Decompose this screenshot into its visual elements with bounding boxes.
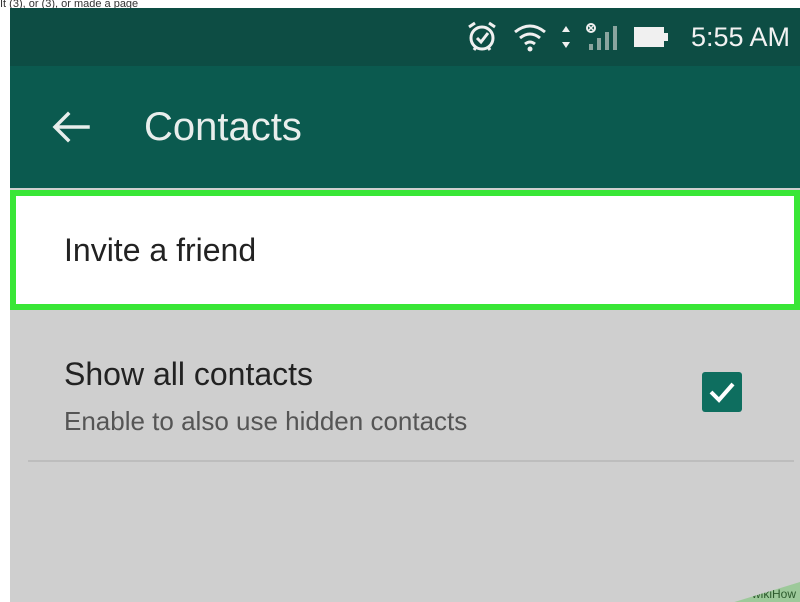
show-all-contacts-title: Show all contacts (64, 356, 314, 392)
alarm-icon (465, 20, 499, 54)
battery-icon (633, 25, 669, 49)
status-time: 5:55 AM (690, 21, 790, 52)
status-bar: 5:55 AM (10, 8, 800, 66)
invite-friend-item[interactable]: Invite a friend (10, 190, 800, 310)
back-arrow-icon (52, 111, 90, 143)
wifi-icon (513, 22, 547, 52)
page-title: Contacts (144, 105, 302, 149)
watermark: wikiHow (734, 582, 800, 602)
back-button[interactable] (48, 104, 94, 150)
show-all-contacts-subtitle: Enable to also use hidden contacts (64, 406, 468, 436)
signal-icon (585, 22, 619, 52)
divider (28, 460, 794, 462)
data-arrows-icon (561, 24, 571, 50)
phone-screen: 5:55 AM Contacts Invite a friend Show al… (10, 8, 800, 602)
show-all-contacts-checkbox[interactable] (702, 372, 742, 412)
invite-friend-label: Invite a friend (64, 232, 257, 268)
status-icons: 5:55 AM (465, 8, 790, 66)
app-bar: Contacts (10, 66, 800, 188)
checkmark-icon (709, 382, 735, 403)
top-cut-text: It (3), or (3), or made a page (0, 0, 800, 8)
show-all-contacts-item[interactable]: Show all contacts Enable to also use hid… (10, 318, 800, 468)
